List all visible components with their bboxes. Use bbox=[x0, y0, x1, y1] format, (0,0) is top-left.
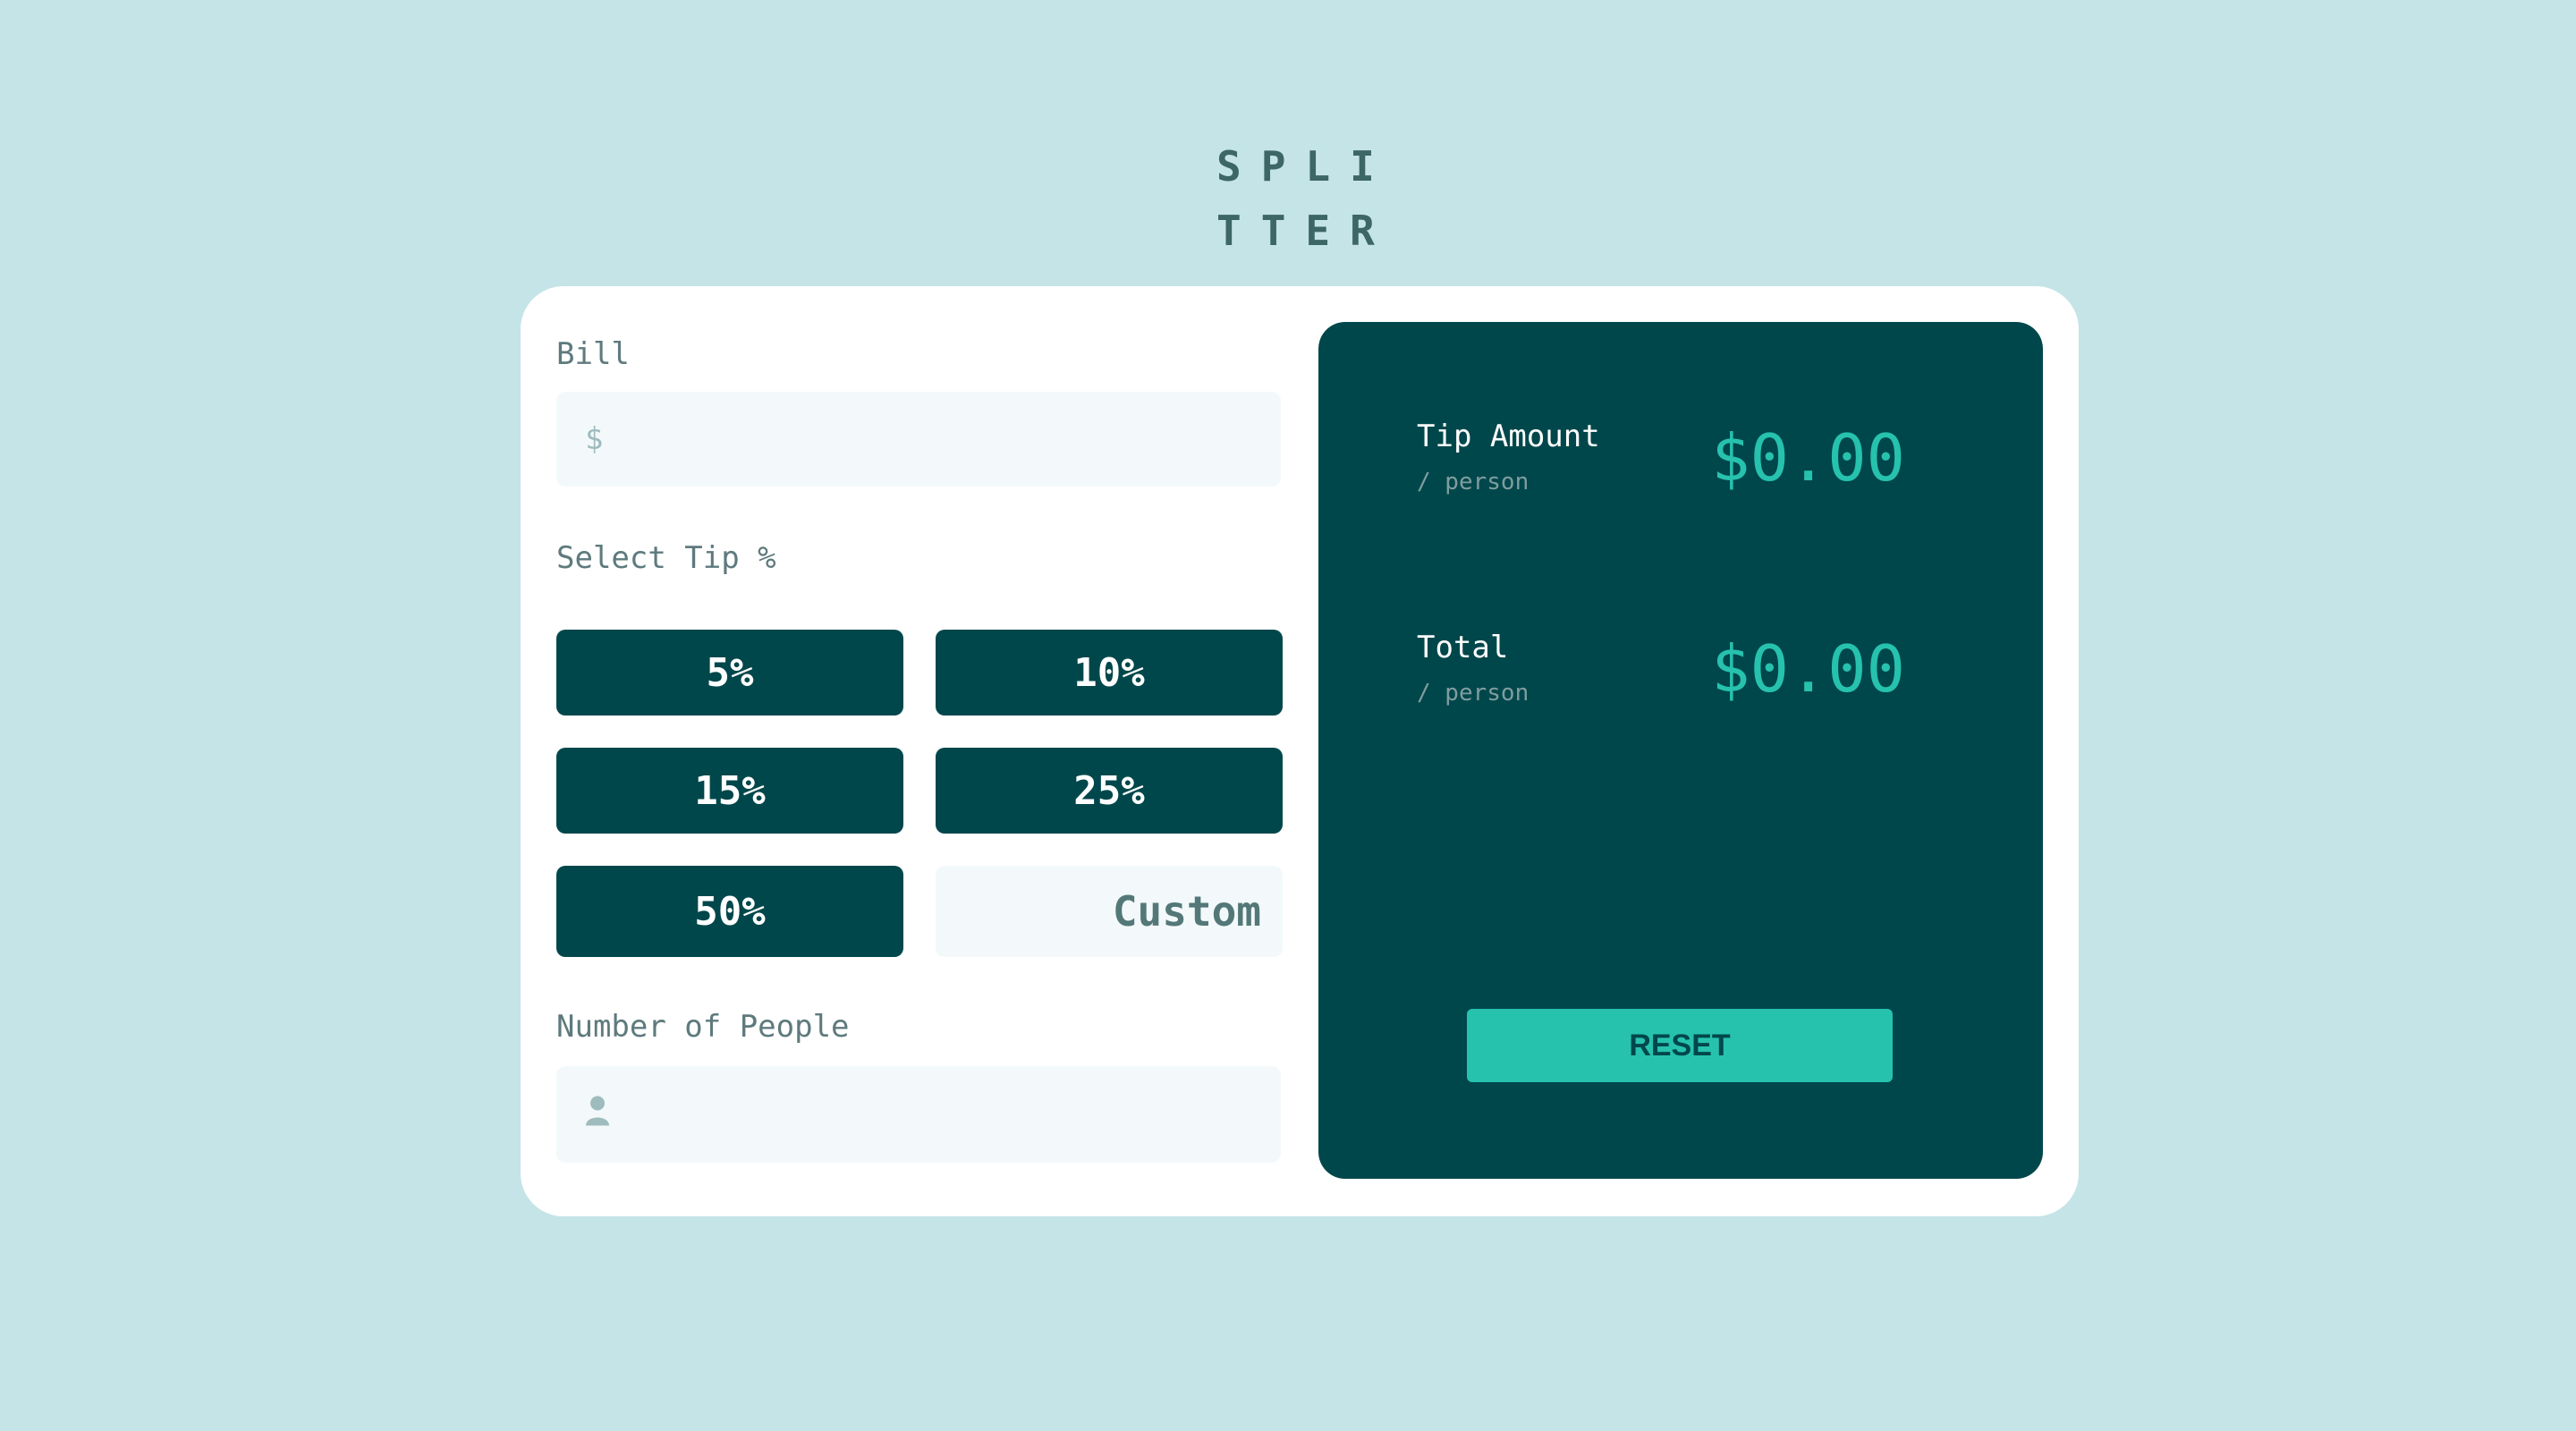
tip-50-button[interactable]: 50% bbox=[556, 866, 903, 957]
bill-input[interactable]: $ bbox=[556, 392, 1281, 487]
results-panel: Tip Amount / person $0.00 Total / person… bbox=[1318, 322, 2043, 1179]
tip-amount-value: $0.00 bbox=[1711, 420, 1905, 495]
tip-amount-title: Tip Amount bbox=[1417, 419, 1600, 454]
tip-10-button[interactable]: 10% bbox=[936, 630, 1283, 716]
people-input[interactable] bbox=[556, 1066, 1281, 1163]
people-label: Number of People bbox=[556, 1009, 850, 1045]
logo-line-2: TTER bbox=[1216, 207, 1394, 255]
tip-15-button[interactable]: 15% bbox=[556, 748, 903, 834]
select-tip-label: Select Tip % bbox=[556, 540, 776, 576]
tip-5-button[interactable]: 5% bbox=[556, 630, 903, 716]
total-title: Total bbox=[1417, 630, 1509, 665]
dollar-icon: $ bbox=[585, 421, 604, 457]
custom-tip-input[interactable]: Custom bbox=[936, 866, 1283, 957]
logo-line-1: SPLI bbox=[1216, 142, 1394, 191]
person-icon bbox=[585, 1096, 610, 1134]
app-logo: SPLI TTER bbox=[1216, 134, 1386, 263]
tip-25-button[interactable]: 25% bbox=[936, 748, 1283, 834]
tip-amount-sub: / person bbox=[1417, 469, 1530, 495]
total-value: $0.00 bbox=[1711, 631, 1905, 707]
bill-label: Bill bbox=[556, 336, 630, 372]
total-sub: / person bbox=[1417, 680, 1530, 707]
reset-button[interactable]: RESET bbox=[1467, 1009, 1893, 1082]
